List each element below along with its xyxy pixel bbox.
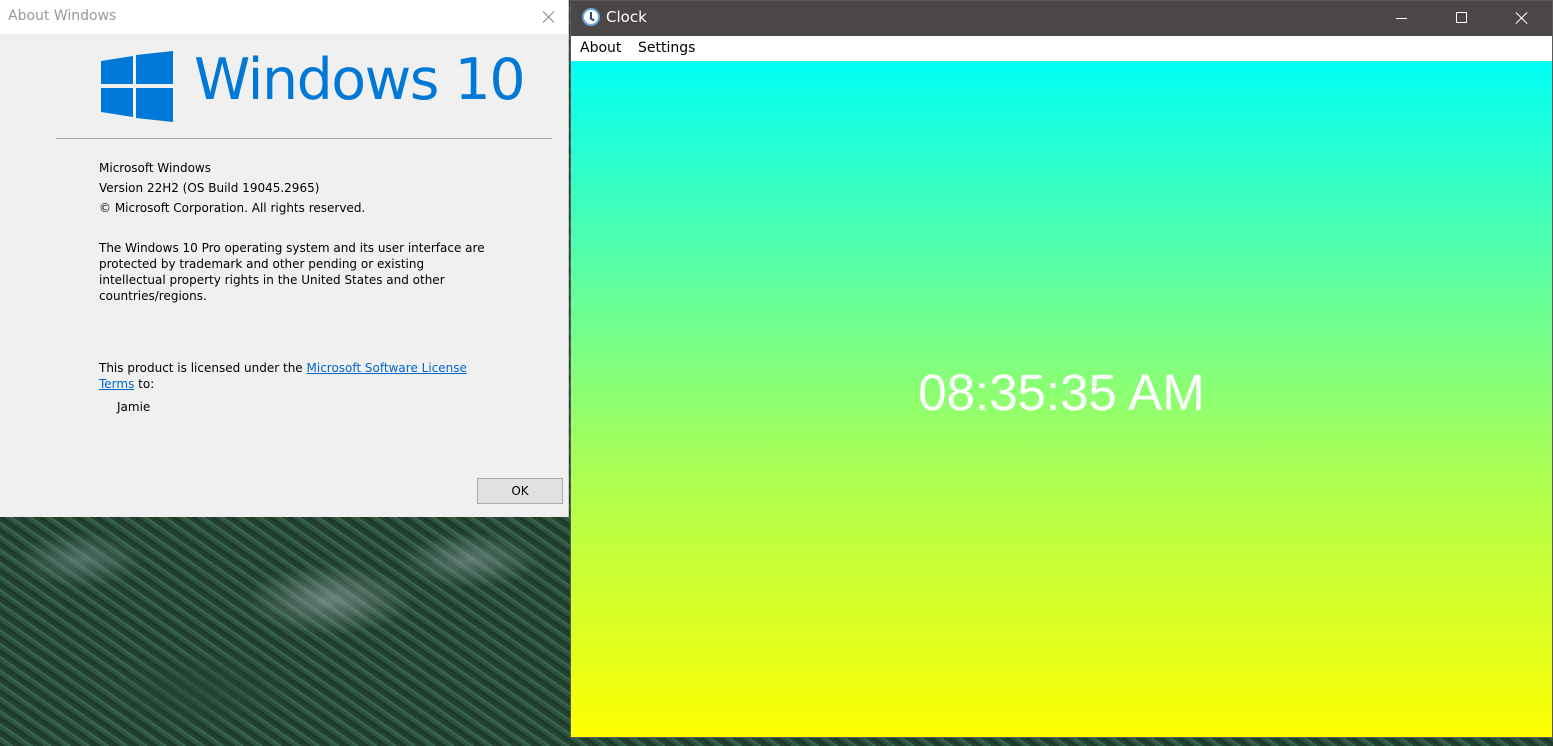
clock-window-title: Clock (606, 8, 647, 26)
license-prefix: This product is licensed under the (99, 361, 307, 375)
maximize-icon[interactable] (1432, 1, 1490, 36)
license-suffix: to: (134, 377, 155, 391)
licensee-name: Jamie (117, 400, 151, 414)
windows-logo-icon (101, 51, 173, 122)
time-display: 08:35:35 AM (918, 364, 1205, 421)
windows-wordmark: Windows 10 (194, 47, 526, 113)
trademark-description: The Windows 10 Pro operating system and … (99, 241, 485, 303)
about-window-title: About Windows (8, 8, 117, 24)
clock-window: Clock About Settings 08:35:35 AM (570, 0, 1553, 738)
product-name: Microsoft Windows (99, 161, 211, 175)
about-windows-dialog: About Windows Windows 10 Microsoft Windo… (0, 0, 569, 517)
menu-settings[interactable]: Settings (638, 40, 695, 56)
minimize-icon[interactable] (1372, 1, 1430, 36)
ok-button[interactable]: OK (477, 478, 563, 504)
clock-icon (582, 8, 600, 26)
menu-about[interactable]: About (580, 40, 621, 56)
copyright-text: © Microsoft Corporation. All rights rese… (99, 201, 366, 215)
license-statement: This product is licensed under the Micro… (99, 360, 489, 392)
clock-face: 08:35:35 AM (571, 61, 1552, 737)
close-icon[interactable] (1492, 1, 1550, 36)
divider (56, 138, 552, 139)
about-titlebar[interactable]: About Windows (0, 0, 568, 34)
menu-bar: About Settings (571, 36, 1552, 61)
version-text: Version 22H2 (OS Build 19045.2965) (99, 181, 320, 195)
close-icon[interactable] (536, 4, 562, 30)
clock-titlebar[interactable]: Clock (571, 1, 1552, 36)
